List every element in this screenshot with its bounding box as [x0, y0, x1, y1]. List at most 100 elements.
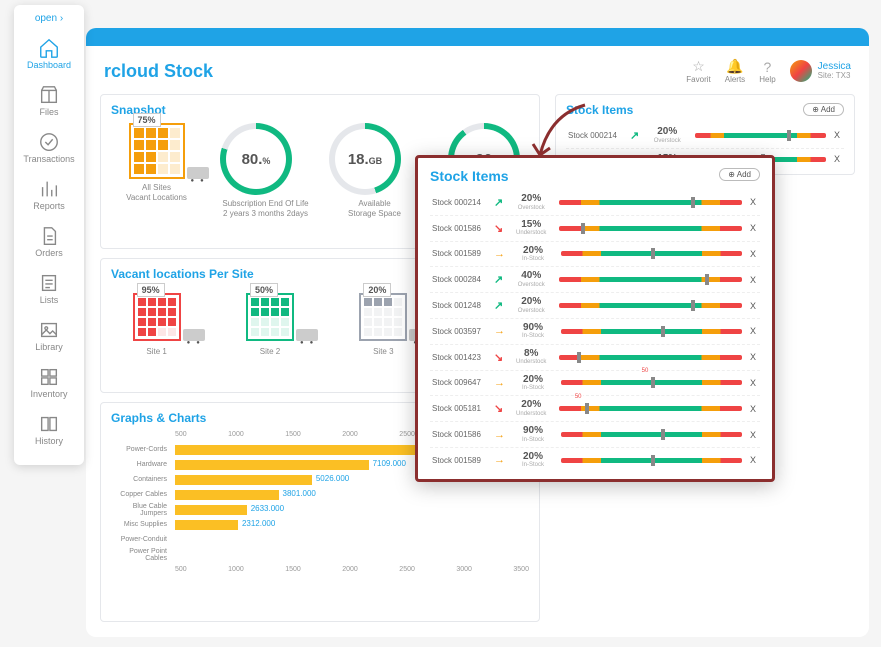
- bar-category: Power-Cords: [111, 446, 171, 453]
- slider-handle[interactable]: [661, 429, 665, 440]
- site-pct: 50%: [250, 283, 278, 297]
- stock-row: Stock 001586 ↘ 15%Understock X: [430, 216, 760, 242]
- site-label: Site 1: [133, 347, 181, 356]
- trend-flat-icon: →: [494, 454, 505, 466]
- stock-status: Overstock: [509, 205, 553, 211]
- stock-row: Stock 001423 ↘ 8%Understock X: [430, 345, 760, 371]
- slider-handle[interactable]: [581, 223, 585, 234]
- stock-row: Stock 009647 → 20%In-Stock 50 X: [430, 371, 760, 397]
- stock-slider[interactable]: [561, 458, 742, 463]
- trend-up-icon: ↗: [630, 129, 639, 142]
- stock-row: Stock 005181 ↘ 20%Understock 50 X: [430, 396, 760, 422]
- axis-tick: 1000: [228, 566, 244, 573]
- slider-handle[interactable]: [691, 300, 695, 311]
- remove-row-button[interactable]: X: [748, 404, 758, 414]
- slider-handle[interactable]: [661, 326, 665, 337]
- stock-status: In-Stock: [511, 333, 555, 339]
- sidebar-item-history[interactable]: History: [14, 406, 84, 453]
- check-icon: [38, 131, 60, 151]
- sidebar-item-transactions[interactable]: Transactions: [14, 124, 84, 171]
- user-site: Site: TX3: [818, 72, 851, 81]
- remove-row-button[interactable]: X: [748, 352, 758, 362]
- slider-handle[interactable]: [651, 455, 655, 466]
- slider-handle[interactable]: [577, 352, 581, 363]
- stock-name: Stock 001586: [432, 224, 488, 233]
- sidebar-item-files[interactable]: Files: [14, 77, 84, 124]
- remove-row-button[interactable]: X: [832, 154, 842, 164]
- stock-slider[interactable]: 50: [559, 406, 742, 411]
- bars-icon: [38, 178, 60, 198]
- snapshot-storage: 18.GB AvailableStorage Space: [329, 123, 420, 219]
- remove-row-button[interactable]: X: [748, 301, 758, 311]
- home-icon: [38, 37, 60, 57]
- stock-pct: 90%: [511, 426, 555, 437]
- stock-slider[interactable]: [561, 432, 742, 437]
- snapshot-vacant: 75% All SitesVacant Locations: [111, 123, 202, 203]
- sidebar-item-inventory[interactable]: Inventory: [14, 359, 84, 406]
- stock-row: Stock 000214 ↗ 20%Overstock X: [430, 190, 760, 216]
- trend-up-icon: ↗: [494, 299, 503, 312]
- bar-category: Misc Supplies: [111, 521, 171, 528]
- alerts-button[interactable]: 🔔Alerts: [725, 58, 745, 84]
- remove-row-button[interactable]: X: [748, 430, 758, 440]
- bar-category: Hardware: [111, 461, 171, 468]
- sidebar-item-library[interactable]: Library: [14, 312, 84, 359]
- stock-slider[interactable]: [559, 277, 742, 282]
- stock-slider[interactable]: [561, 329, 742, 334]
- stock-slider[interactable]: 50: [561, 380, 742, 385]
- remove-row-button[interactable]: X: [748, 378, 758, 388]
- stock-pct: 20%: [509, 400, 553, 411]
- site-pct: 20%: [363, 283, 391, 297]
- vacant-site-2: 50%Site 2: [246, 293, 294, 356]
- list-icon: [38, 272, 60, 292]
- stock-status: In-Stock: [511, 437, 555, 443]
- add-stock-button[interactable]: ⊕ Add: [719, 168, 760, 181]
- slider-handle[interactable]: [787, 130, 791, 141]
- slider-handle[interactable]: [691, 197, 695, 208]
- sidebar-item-dashboard[interactable]: Dashboard: [14, 30, 84, 77]
- stock-pct: 20%: [511, 452, 555, 463]
- stock-status: Understock: [509, 359, 553, 365]
- chart-bar-row: Copper Cables3801.000: [111, 487, 529, 502]
- stock-slider[interactable]: [559, 200, 742, 205]
- sidebar-item-lists[interactable]: Lists: [14, 265, 84, 312]
- favorit-button[interactable]: ☆Favorit: [686, 58, 710, 84]
- axis-tick: 1500: [285, 566, 301, 573]
- remove-row-button[interactable]: X: [748, 197, 758, 207]
- bar-value: 5026.000: [316, 474, 349, 483]
- truck-icon: [183, 329, 205, 341]
- stock-pct: 15%: [509, 220, 553, 231]
- vacant-pct: 75%: [133, 113, 161, 127]
- box-icon: [38, 84, 60, 104]
- stock-slider[interactable]: [559, 303, 742, 308]
- sidebar-item-label: Transactions: [23, 154, 74, 164]
- add-stock-button-small[interactable]: ⊕ Add: [803, 103, 844, 116]
- user-menu[interactable]: Jessica Site: TX3: [790, 60, 851, 82]
- remove-row-button[interactable]: X: [748, 275, 758, 285]
- stock-pct: 20%: [645, 127, 689, 138]
- sidebar-item-orders[interactable]: Orders: [14, 218, 84, 265]
- sidebar-item-reports[interactable]: Reports: [14, 171, 84, 218]
- stock-slider[interactable]: [695, 133, 826, 138]
- stock-slider[interactable]: [561, 251, 742, 256]
- sidebar-open[interactable]: open ›: [14, 13, 84, 24]
- remove-row-button[interactable]: X: [832, 130, 842, 140]
- help-button[interactable]: ?Help: [759, 59, 775, 84]
- stock-row: Stock 003597 → 90%In-Stock X: [430, 319, 760, 345]
- remove-row-button[interactable]: X: [748, 223, 758, 233]
- bar-value: 3801.000: [283, 489, 316, 498]
- slider-handle[interactable]: [585, 403, 589, 414]
- stock-slider[interactable]: [559, 355, 742, 360]
- stock-row: Stock 001589 → 20%In-Stock X: [430, 448, 760, 473]
- remove-row-button[interactable]: X: [748, 455, 758, 465]
- slider-handle[interactable]: [651, 248, 655, 259]
- slider-handle[interactable]: [705, 274, 709, 285]
- stock-name: Stock 001589: [432, 456, 488, 465]
- vacant-panel: Vacant locations Per Site 95%Site 150%Si…: [100, 258, 440, 393]
- stock-status: Overstock: [645, 138, 689, 144]
- slider-handle[interactable]: [651, 377, 655, 388]
- chart-bar-row: Power-Conduit: [111, 532, 529, 547]
- stock-slider[interactable]: [559, 226, 742, 231]
- remove-row-button[interactable]: X: [748, 326, 758, 336]
- remove-row-button[interactable]: X: [748, 249, 758, 259]
